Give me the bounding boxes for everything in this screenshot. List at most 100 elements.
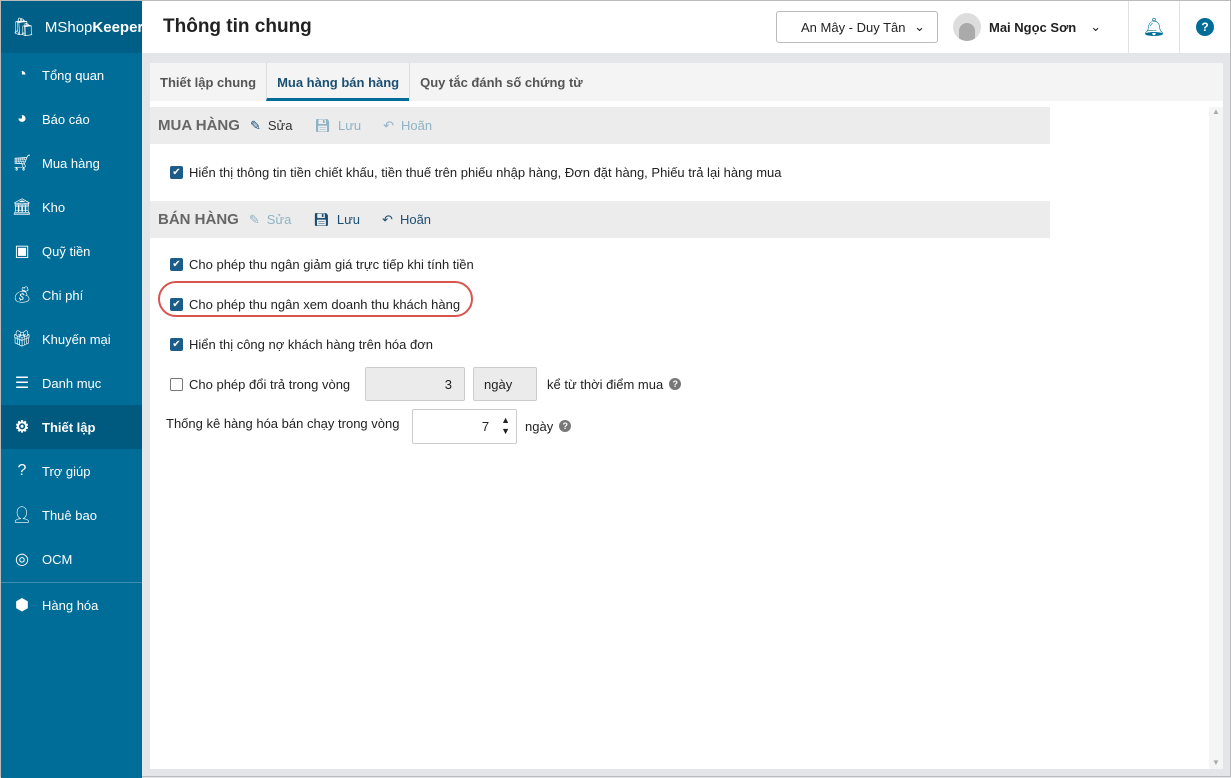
bestseller-days-stepper[interactable]: 7 ▲ ▼ [412,408,517,444]
safe-icon: ▣ [14,243,30,260]
save-label: Lưu [337,118,362,133]
cancel-label: Hoãn [401,118,433,133]
sidebar-item-9[interactable]: ? Trợ giúp [1,449,142,493]
highlight-circle [158,281,473,317]
sidebar-item-3[interactable]: 🏛︎ Kho [1,185,142,229]
logo[interactable]: 🛍 MShopKeeper [1,1,143,53]
sales-cancel-button[interactable]: ↶ Hoãn [382,212,431,228]
sales-option-show-debt[interactable]: ✔ Hiển thị công nợ khách hàng trên hóa đơ… [150,324,1223,364]
sidebar-item-5[interactable]: 💰︎ Chi phí [1,273,142,317]
checkbox[interactable] [170,377,183,391]
gear-icon: ⚙ [14,419,30,436]
scroll-down-icon[interactable]: ▼ [1209,758,1223,767]
checkbox[interactable]: ✔ [170,257,183,271]
sidebar-item-0[interactable]: ◔ Tổng quan [1,53,142,97]
return-suffix: kể từ thời điểm mua [547,376,664,392]
sales-save-button[interactable]: 💾︎ Lưu [313,212,360,228]
sidebar-item-label: Trợ giúp [42,463,91,479]
arrow-down-icon[interactable]: ▼ [501,426,510,437]
sales-option-discount[interactable]: ✔ Cho phép thu ngân giảm giá trực tiếp kh… [150,244,1223,284]
sidebar-item-8[interactable]: ⚙ Thiết lập [1,405,142,449]
user-icon: 👤︎ [11,507,33,524]
checkbox[interactable]: ✔ [170,166,183,179]
bestseller-row: Thống kê hàng hóa bán chạy trong vòng 7 … [150,404,1223,448]
dashboard-icon: ◔ [17,66,27,83]
sidebar-item-4[interactable]: ▣ Quỹ tiền [1,229,142,273]
undo-icon: ↶ [382,211,393,227]
stepper-value: 7 [481,418,490,434]
logo-text: MShopKeeper [45,19,143,36]
page-title: Thông tin chung [163,16,312,37]
sales-option-return[interactable]: Cho phép đổi trả trong vòng 3 ngày kể từ… [150,364,1223,404]
stepper-arrows[interactable]: ▲ ▼ [501,415,510,437]
chevron-down-icon: ⌄ [1090,19,1102,34]
purchase-cancel-button[interactable]: ↶ Hoãn [383,118,432,134]
checkbox[interactable]: ✔ [170,337,183,351]
tab-purchase-sales[interactable]: Mua hàng bán hàng [266,63,410,101]
help-icon[interactable]: ? [559,420,572,432]
sidebar-item-label: Khuyến mại [42,331,111,347]
purchase-save-button[interactable]: 💾︎ Lưu [314,118,361,134]
save-label: Lưu [336,212,361,227]
sidebar-item-11[interactable]: ◎ OCM [1,537,142,581]
tab-numbering-rules[interactable]: Quy tắc đánh số chứng từ [409,63,593,101]
purchase-edit-button[interactable]: ✎ Sửa [250,118,293,134]
sales-section-header: BÁN HÀNG ✎ Sửa 💾︎ Lưu ↶ Hoãn [150,201,1050,238]
cancel-label: Hoãn [399,212,432,227]
sidebar-item-7[interactable]: ☰ Danh mục [1,361,142,405]
sales-edit-button[interactable]: ✎ Sửa [249,212,292,228]
sales-option-view-revenue[interactable]: ✔ Cho phép thu ngân xem doanh thu khách h… [150,281,1223,324]
shop-bag-icon: 🛍 [12,16,35,37]
sidebar-item-label: Thiết lập [42,419,96,435]
pencil-icon: ✎ [249,117,261,133]
header: Thông tin chung An Mây - Duy Tân ⌄ Mai Ng… [142,1,1230,53]
return-days-input[interactable]: 3 [365,367,465,401]
sidebar-item-10[interactable]: 👤︎ Thuê bao [1,493,142,537]
bestseller-label: Thống kê hàng hóa bán chạy trong vòng [166,415,400,431]
chevron-down-icon: ⌄ [914,19,925,34]
settings-panel: Thiết lập chung Mua hàng bán hàng Quy tắ… [150,63,1223,769]
sidebar-item-2[interactable]: 🛒︎ Mua hàng [1,141,142,185]
option-label: Hiển thị công nợ khách hàng trên hóa đơn [189,336,433,352]
logo-bold: Keeper [92,18,144,36]
save-icon: 💾︎ [313,211,330,227]
sidebar-item-label: Mua hàng [42,155,100,171]
sidebar: 🛍 MShopKeeper ◔ Tổng quan ◕ Báo cáo 🛒︎ Mua hà… [1,1,143,778]
logo-light: MShop [44,18,93,36]
list-icon: ☰ [14,375,30,392]
gift-icon: 🎁︎ [11,331,33,348]
purchase-title: MUA HÀNG [158,117,240,134]
tab-general[interactable]: Thiết lập chung [150,63,266,101]
boxes-icon: ⬢ [15,597,29,614]
option-label: Cho phép thu ngân giảm giá trực tiếp khi… [189,256,474,272]
sidebar-item-label: Chi phí [42,287,84,303]
save-icon: 💾︎ [314,117,331,133]
help-icon[interactable]: ? [669,378,682,390]
user-name: Mai Ngọc Sơn [989,19,1077,35]
user-menu[interactable]: Mai Ngọc Sơn ⌄ [953,13,1128,41]
sidebar-item-12[interactable]: ⬢ Hàng hóa [1,583,142,627]
purchase-option-row[interactable]: ✔ Hiển thị thông tin tiền chiết khấu, ti… [150,144,1223,201]
sidebar-item-label: OCM [42,551,73,567]
return-unit: ngày [473,367,537,401]
notification-button[interactable]: 🔔︎ [1128,1,1179,53]
help-button[interactable]: ? [1179,1,1230,53]
scrollbar[interactable]: ▲ ▼ [1209,107,1223,769]
pencil-icon: ✎ [248,211,260,227]
edit-label: Sửa [267,118,293,133]
sidebar-item-6[interactable]: 🎁︎ Khuyến mại [1,317,142,361]
store-select[interactable]: An Mây - Duy Tân ⌄ [776,11,938,43]
scroll-up-icon[interactable]: ▲ [1209,107,1223,116]
warehouse-icon: 🏛︎ [11,199,33,216]
store-name: An Mây - Duy Tân [801,19,906,35]
sidebar-item-label: Tổng quan [42,67,105,83]
help-icon: ? [17,462,27,479]
pie-chart-icon: ◕ [17,110,27,127]
undo-icon: ↶ [383,117,395,133]
arrow-up-icon[interactable]: ▲ [501,415,510,426]
sidebar-item-label: Danh mục [42,375,102,391]
sidebar-item-1[interactable]: ◕ Báo cáo [1,97,142,141]
sidebar-item-label: Kho [42,199,66,215]
tab-bar: Thiết lập chung Mua hàng bán hàng Quy tắ… [150,63,1223,101]
cart-icon: 🛒︎ [11,155,33,172]
